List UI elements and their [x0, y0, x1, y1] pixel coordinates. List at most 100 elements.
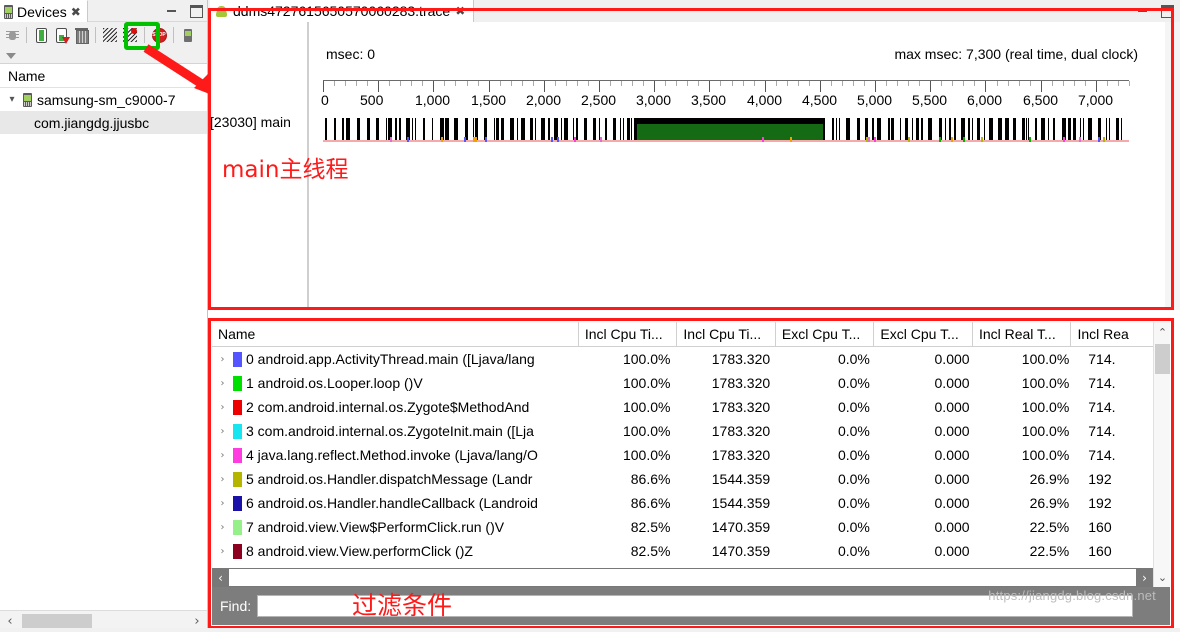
update-threads-icon[interactable] — [100, 25, 120, 45]
timeline-vertical-scrollbar[interactable] — [1165, 22, 1180, 310]
ruler-tick-major — [875, 81, 876, 92]
ruler-tick-minor — [908, 81, 909, 86]
minimize-icon[interactable] — [165, 3, 179, 16]
color-swatch — [233, 519, 242, 535]
timeline-area: msec: 0 max msec: 7,300 (real time, dual… — [309, 22, 1180, 310]
thread-label[interactable]: [23030] main — [210, 114, 291, 130]
ruler-tick-minor — [345, 81, 346, 86]
chevron-down-icon[interactable] — [6, 52, 16, 59]
ruler-tick-minor — [1052, 81, 1053, 86]
column-header-5[interactable]: Incl Real T... — [973, 321, 1072, 347]
table-row[interactable]: › 8 android.view.View.performClick ()Z 82.… — [212, 539, 1170, 562]
update-heap-icon[interactable] — [31, 25, 51, 45]
start-method-profiling-icon[interactable] — [120, 25, 140, 45]
timeline-method-bar — [423, 118, 425, 140]
devices-name-header-label: Name — [8, 67, 46, 84]
scroll-down-arrow-icon[interactable]: ⌄ — [1154, 567, 1171, 587]
cell-incl-cpu-pct: 100.0% — [622, 375, 671, 391]
scroll-left-arrow-icon[interactable]: ‹ — [0, 614, 20, 629]
chevron-right-icon[interactable]: › — [216, 402, 229, 413]
chevron-right-icon[interactable]: › — [216, 426, 229, 437]
scrollbar-thumb[interactable] — [1155, 344, 1170, 374]
ruler-tick-minor — [500, 81, 501, 86]
table-row[interactable]: › 4 java.lang.reflect.Method.invoke (Ljav… — [212, 443, 1170, 467]
cell-method-name: › 7 android.view.View$PerformClick.run ()… — [212, 519, 584, 535]
column-header-3[interactable]: Excl Cpu T... — [776, 321, 875, 347]
tab-devices[interactable]: Devices ✖ — [0, 0, 88, 22]
ruler-tick-minor — [632, 81, 633, 86]
cell-incl-cpu-pct: 100.0% — [622, 447, 671, 463]
cell-method-name: › 2 com.android.internal.os.Zygote$Method… — [212, 399, 584, 415]
chevron-right-icon[interactable]: › — [216, 450, 229, 461]
ruler-tick-minor — [720, 81, 721, 86]
table-row[interactable]: › 0 android.app.ActivityThread.main ([Lja… — [212, 347, 1170, 371]
scroll-right-arrow-icon[interactable]: › — [187, 614, 207, 629]
scrollbar-thumb[interactable] — [229, 569, 1136, 586]
cell-excl-cpu-time: 0.000 — [934, 543, 970, 559]
cell-incl-cpu-pct: 100.0% — [622, 351, 671, 367]
ruler-tick-minor — [1063, 81, 1064, 86]
close-icon[interactable]: ✖ — [455, 5, 465, 17]
chevron-right-icon[interactable]: › — [216, 522, 229, 533]
cell-method-name: › 3 com.android.internal.os.ZygoteInit.ma… — [212, 423, 584, 439]
scroll-left-arrow-icon[interactable]: ‹ — [212, 568, 229, 587]
chevron-right-icon[interactable]: › — [216, 378, 229, 389]
timeline-color-marker — [1029, 137, 1031, 142]
scroll-up-arrow-icon[interactable]: ⌃ — [1154, 322, 1171, 342]
table-row[interactable]: › 5 android.os.Handler.dispatchMessage (L… — [212, 467, 1170, 491]
close-icon[interactable]: ✖ — [71, 6, 81, 18]
cell-incl-real-pct: 100.0% — [1021, 447, 1070, 463]
timeline-color-marker — [551, 137, 553, 142]
timeline-ruler[interactable] — [323, 80, 1130, 92]
ruler-tick-minor — [455, 81, 456, 86]
table-row[interactable]: › 3 com.android.internal.os.ZygoteInit.ma… — [212, 419, 1170, 443]
timeline-color-marker — [790, 137, 792, 142]
timeline-color-marker — [407, 137, 409, 142]
column-header-1[interactable]: Incl Cpu Ti... — [579, 321, 678, 347]
debug-bug-icon[interactable] — [2, 25, 22, 45]
ruler-tick-major — [709, 81, 710, 92]
tab-trace-file-label: ddms4727615650570060283.trace — [233, 3, 451, 19]
table-row[interactable]: › 2 com.android.internal.os.Zygote$Method… — [212, 395, 1170, 419]
column-header-0[interactable]: Name — [212, 321, 579, 347]
ruler-tick-minor — [952, 81, 953, 86]
cell-incl-cpu-time: 1783.320 — [711, 351, 771, 367]
tab-trace-file[interactable]: ddms4727615650570060283.trace ✖ — [210, 0, 475, 22]
table-row[interactable]: › 1 android.os.Looper.loop ()V 100.0% 1783.… — [212, 371, 1170, 395]
profile-table-horizontal-scrollbar[interactable]: ‹ › — [212, 568, 1153, 587]
profile-table-vertical-scrollbar[interactable]: ⌃ ⌄ — [1153, 322, 1170, 587]
chevron-right-icon[interactable]: › — [216, 498, 229, 509]
table-row[interactable]: › 6 android.os.Handler.handleCallback (La… — [212, 491, 1170, 515]
thread-timeline-track[interactable] — [323, 118, 1129, 144]
maximize-icon[interactable] — [189, 3, 203, 18]
chevron-right-icon[interactable]: › — [216, 474, 229, 485]
timeline-method-bar — [1026, 118, 1027, 140]
timeline-method-bar — [342, 118, 344, 140]
ruler-tick-minor — [511, 81, 512, 86]
table-row[interactable]: › 7 android.view.View$PerformClick.run ()… — [212, 515, 1170, 539]
timeline-method-bar — [521, 118, 525, 140]
chevron-down-icon[interactable]: ▾ — [6, 94, 18, 105]
stop-process-icon[interactable]: STOP — [149, 25, 169, 45]
timeline-method-bar — [432, 118, 433, 140]
device-phone-icon — [4, 4, 13, 19]
column-header-2[interactable]: Incl Cpu Ti... — [677, 321, 776, 347]
timeline-method-bar — [530, 118, 533, 140]
chevron-right-icon[interactable]: › — [216, 546, 229, 557]
chevron-right-icon[interactable]: › — [216, 354, 229, 365]
screen-capture-icon[interactable] — [178, 25, 198, 45]
timeline-method-bar — [1022, 118, 1025, 140]
column-header-4[interactable]: Excl Cpu T... — [874, 321, 973, 347]
dump-hprof-icon[interactable] — [51, 25, 71, 45]
maximize-icon[interactable] — [1160, 3, 1174, 18]
cell-method-name: › 0 android.app.ActivityThread.main ([Lja… — [212, 351, 584, 367]
cell-incl-cpu-time: 1783.320 — [711, 399, 771, 415]
minimize-icon[interactable] — [1136, 3, 1150, 16]
cause-gc-trash-icon[interactable] — [71, 25, 91, 45]
scroll-right-arrow-icon[interactable]: › — [1136, 568, 1153, 587]
ruler-tick-major — [433, 81, 434, 92]
method-name-label: 4 java.lang.reflect.Method.invoke (Ljava… — [246, 447, 538, 463]
cell-incl-real-pct: 100.0% — [1021, 423, 1070, 439]
timeline-method-bar — [989, 118, 993, 140]
tree-item-process[interactable]: com.jiangdg.jjusbc — [0, 111, 207, 134]
